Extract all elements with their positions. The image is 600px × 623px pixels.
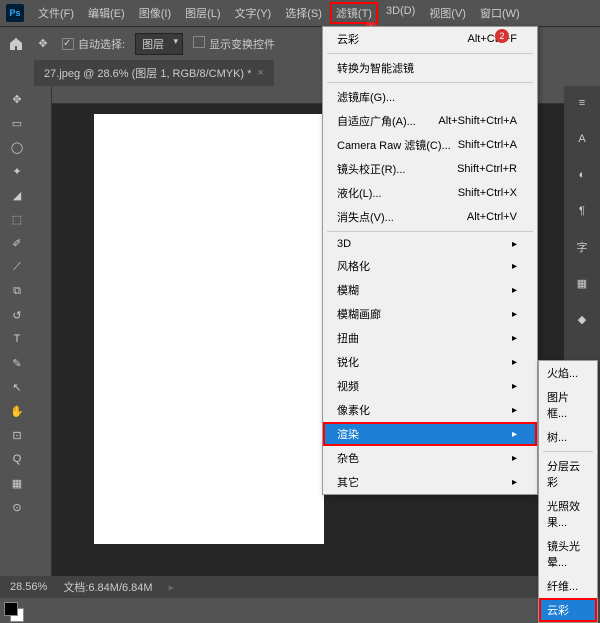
zoom-level[interactable]: 28.56%	[10, 581, 47, 593]
title-bar: Ps 文件(F) 编辑(E) 图像(I) 图层(L) 文字(Y) 选择(S) 滤…	[0, 0, 600, 26]
filter-liquify[interactable]: 液化(L)...Shift+Ctrl+X	[323, 181, 537, 205]
show-transform-option[interactable]: 显示变换控件	[193, 36, 275, 52]
render-lighting[interactable]: 光照效果...	[539, 494, 597, 534]
close-icon[interactable]: ×	[257, 67, 263, 79]
filter-sharpen[interactable]: 锐化	[323, 350, 537, 374]
menu-type[interactable]: 文字(Y)	[229, 2, 278, 24]
filter-noise[interactable]: 杂色	[323, 446, 537, 470]
doc-size[interactable]: 文档:6.84M/6.84M	[63, 579, 152, 595]
layer-dropdown[interactable]: 图层	[135, 33, 183, 55]
filter-adaptive[interactable]: 自适应广角(A)...Alt+Shift+Ctrl+A	[323, 109, 537, 133]
tools-panel: ✥ ▭ ◯ ✦ ◢ ⬚ ✐ ⟋ ⧉ ↺ T ✎ ↖ ✋ ⊡ Q ▦ ⊙	[0, 86, 34, 576]
tool-edit[interactable]: ▦	[5, 472, 29, 494]
document-tab-label: 27.jpeg @ 28.6% (图层 1, RGB/8/CMYK) *	[44, 65, 251, 81]
menu-separator	[327, 82, 533, 83]
menu-separator	[543, 451, 593, 452]
glyphs-icon[interactable]: 字	[570, 236, 594, 258]
tool-more[interactable]: ⊙	[5, 496, 29, 518]
menu-window[interactable]: 窗口(W)	[474, 2, 526, 24]
tool-eyedropper[interactable]: ✐	[5, 232, 29, 254]
menu-edit[interactable]: 编辑(E)	[82, 2, 131, 24]
tool-type[interactable]: T	[5, 328, 29, 350]
menu-separator	[327, 231, 533, 232]
render-diffclouds[interactable]: 分层云彩	[539, 454, 597, 494]
filter-vanishing[interactable]: 消失点(V)...Alt+Ctrl+V	[323, 205, 537, 229]
filter-distort[interactable]: 扭曲	[323, 326, 537, 350]
render-tree[interactable]: 树...	[539, 425, 597, 449]
render-submenu: 火焰... 图片框... 树... 分层云彩 光照效果... 镜头光晕... 纤…	[538, 360, 598, 623]
filter-smart[interactable]: 转换为智能滤镜	[323, 56, 537, 80]
filter-stylize[interactable]: 风格化	[323, 254, 537, 278]
tool-stamp[interactable]: ↺	[5, 304, 29, 326]
menu-3d[interactable]: 3D(D)	[380, 2, 421, 24]
menu-separator	[327, 53, 533, 54]
render-fibers[interactable]: 纤维...	[539, 574, 597, 598]
checkbox-icon	[62, 38, 74, 50]
tool-move[interactable]: ✥	[5, 88, 29, 110]
filter-cameraraw[interactable]: Camera Raw 滤镜(C)...Shift+Ctrl+A	[323, 133, 537, 157]
canvas[interactable]	[94, 114, 324, 544]
filter-dropdown: 云彩Alt+Ctrl+F 转换为智能滤镜 滤镜库(G)... 自适应广角(A).…	[322, 26, 538, 495]
paragraph-icon[interactable]: ¶	[570, 200, 594, 222]
layers-icon[interactable]: ◆	[570, 308, 594, 330]
menu-filter[interactable]: 滤镜(T) 1	[330, 2, 378, 24]
filter-3d[interactable]: 3D	[323, 234, 537, 254]
status-bar: 28.56% 文档:6.84M/6.84M ▸	[0, 576, 600, 598]
render-frame[interactable]: 图片框...	[539, 385, 597, 425]
tool-crop[interactable]: ◢	[5, 184, 29, 206]
tool-rect[interactable]: ⊡	[5, 424, 29, 446]
move-tool-icon: ✥	[34, 35, 52, 53]
filter-lens[interactable]: 镜头校正(R)...Shift+Ctrl+R	[323, 157, 537, 181]
tool-frame[interactable]: ⬚	[5, 208, 29, 230]
menu-bar: 文件(F) 编辑(E) 图像(I) 图层(L) 文字(Y) 选择(S) 滤镜(T…	[32, 2, 526, 24]
tool-marquee[interactable]: ▭	[5, 112, 29, 134]
tool-wand[interactable]: ✦	[5, 160, 29, 182]
tool-hand[interactable]: ✋	[5, 400, 29, 422]
tool-heal[interactable]: ⟋	[5, 256, 29, 278]
color-icon[interactable]: ◐	[570, 164, 594, 186]
ruler-vertical	[34, 86, 52, 576]
checkbox-icon	[193, 36, 205, 48]
tool-brush[interactable]: ⧉	[5, 280, 29, 302]
menu-view[interactable]: 视图(V)	[423, 2, 472, 24]
app-logo: Ps	[6, 4, 24, 22]
tool-path[interactable]: ↖	[5, 376, 29, 398]
home-icon[interactable]	[8, 36, 24, 52]
filter-blur[interactable]: 模糊	[323, 278, 537, 302]
auto-select-option[interactable]: 自动选择:	[62, 36, 125, 52]
render-lensflare[interactable]: 镜头光晕...	[539, 534, 597, 574]
menu-select[interactable]: 选择(S)	[279, 2, 328, 24]
filter-gallery[interactable]: 滤镜库(G)...	[323, 85, 537, 109]
menu-image[interactable]: 图像(I)	[133, 2, 177, 24]
menu-layer[interactable]: 图层(L)	[179, 2, 226, 24]
chevron-right-icon: ▸	[169, 581, 175, 594]
tool-pen[interactable]: ✎	[5, 352, 29, 374]
menu-file[interactable]: 文件(F)	[32, 2, 80, 24]
render-flame[interactable]: 火焰...	[539, 361, 597, 385]
render-clouds[interactable]: 云彩	[539, 598, 597, 622]
filter-render[interactable]: 渲染	[323, 422, 537, 446]
filter-blur-gallery[interactable]: 模糊画廊	[323, 302, 537, 326]
document-tab[interactable]: 27.jpeg @ 28.6% (图层 1, RGB/8/CMYK) * ×	[34, 60, 274, 86]
filter-video[interactable]: 视频	[323, 374, 537, 398]
fg-swatch[interactable]	[4, 602, 18, 616]
tool-zoom[interactable]: Q	[5, 448, 29, 470]
swatches-icon[interactable]: ▦	[570, 272, 594, 294]
panel-icon[interactable]: ≡	[570, 92, 594, 114]
char-icon[interactable]: A	[570, 128, 594, 150]
tool-lasso[interactable]: ◯	[5, 136, 29, 158]
filter-other[interactable]: 其它	[323, 470, 537, 494]
filter-pixelate[interactable]: 像素化 2	[323, 398, 537, 422]
annotation-badge-2: 2	[495, 29, 509, 43]
